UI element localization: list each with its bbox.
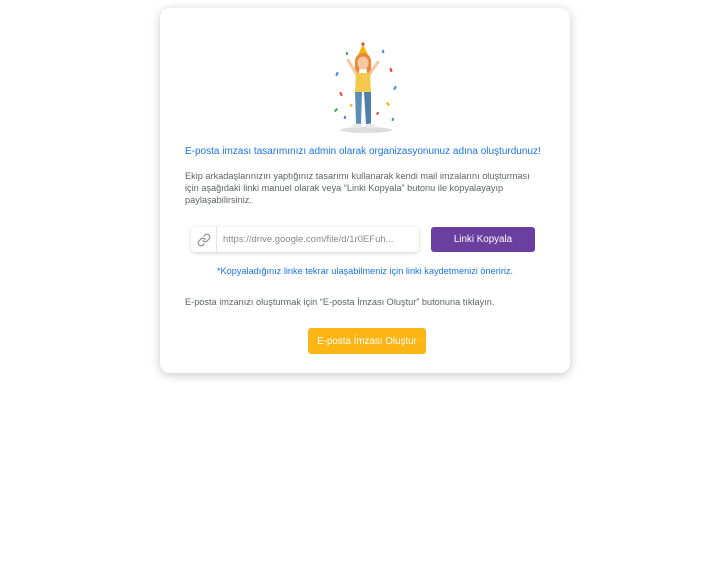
copy-link-button[interactable]: Linki Kopyala [431, 227, 535, 252]
save-link-hint: *Kopyaladığınız linke tekrar ulaşabilmen… [216, 266, 514, 276]
link-icon [191, 227, 217, 252]
share-link-field[interactable] [191, 227, 419, 252]
share-link-input[interactable] [217, 228, 418, 251]
success-title: E-posta imzası tasarımınızı admin olarak… [185, 146, 541, 157]
share-instructions: Ekip arkadaşlarınızın yaptığınız tasarım… [185, 171, 530, 205]
create-signature-hint: E-posta imzanızı oluşturmak için “E-post… [185, 297, 495, 307]
create-signature-button[interactable]: E-posta İmzası Oluştur [308, 328, 426, 354]
celebration-illustration [333, 42, 397, 133]
signature-created-card: E-posta imzası tasarımınızı admin olarak… [160, 8, 570, 373]
